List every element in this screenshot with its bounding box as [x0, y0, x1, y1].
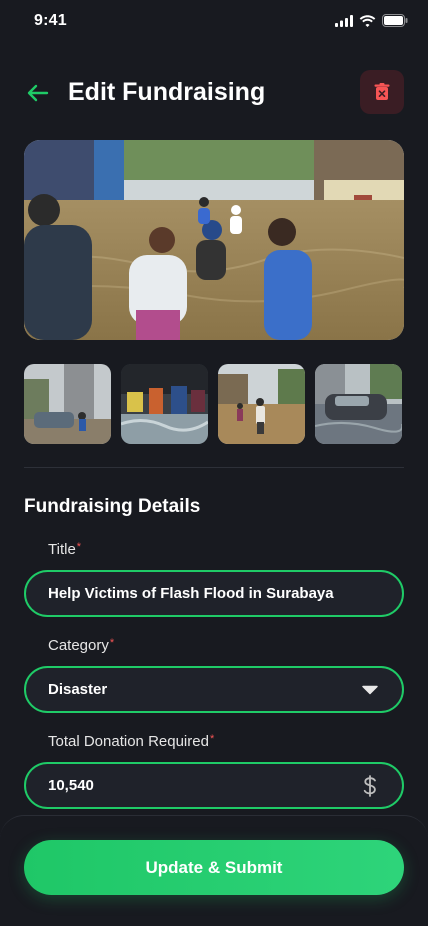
trash-icon [374, 83, 390, 100]
thumbnail-3[interactable] [218, 364, 305, 444]
delete-button[interactable] [360, 70, 404, 114]
category-select-value: Disaster [48, 681, 108, 698]
donation-label: Total Donation Required* [48, 733, 214, 750]
title-input-value: Help Victims of Flash Flood in Surabaya [48, 585, 334, 602]
divider [24, 467, 404, 468]
header: Edit Fundraising [0, 70, 428, 116]
status-icons [335, 14, 408, 32]
update-submit-button[interactable]: Update & Submit [24, 840, 404, 895]
title-label-text: Title [48, 541, 76, 558]
required-marker: * [109, 637, 115, 649]
donation-label-text: Total Donation Required [48, 733, 209, 750]
thumbnail-2[interactable] [121, 364, 208, 444]
battery-icon [382, 14, 408, 32]
thumbnail-strip [24, 364, 404, 444]
category-label-text: Category [48, 637, 109, 654]
signal-icon [335, 14, 353, 32]
title-label: Title* [48, 541, 81, 558]
category-label: Category* [48, 637, 114, 654]
flood-scene-illustration [24, 140, 404, 340]
page-title: Edit Fundraising [68, 78, 266, 106]
status-bar: 9:41 [0, 0, 428, 44]
hero-image[interactable] [24, 140, 404, 340]
title-input[interactable]: Help Victims of Flash Flood in Surabaya [24, 570, 404, 617]
required-marker: * [209, 733, 215, 745]
dollar-icon [360, 774, 380, 797]
chevron-down-icon [360, 680, 380, 700]
back-button[interactable] [24, 79, 52, 107]
wifi-icon [359, 14, 376, 32]
arrow-left-icon [27, 84, 49, 102]
thumbnail-1[interactable] [24, 364, 111, 444]
donation-input[interactable]: 10,540 [24, 762, 404, 809]
donation-input-value: 10,540 [48, 777, 94, 794]
thumbnail-4[interactable] [315, 364, 402, 444]
status-time: 9:41 [34, 12, 67, 29]
bottom-action-panel: Update & Submit [0, 815, 428, 926]
category-select[interactable]: Disaster [24, 666, 404, 713]
required-marker: * [76, 541, 82, 553]
section-title: Fundraising Details [24, 496, 201, 517]
